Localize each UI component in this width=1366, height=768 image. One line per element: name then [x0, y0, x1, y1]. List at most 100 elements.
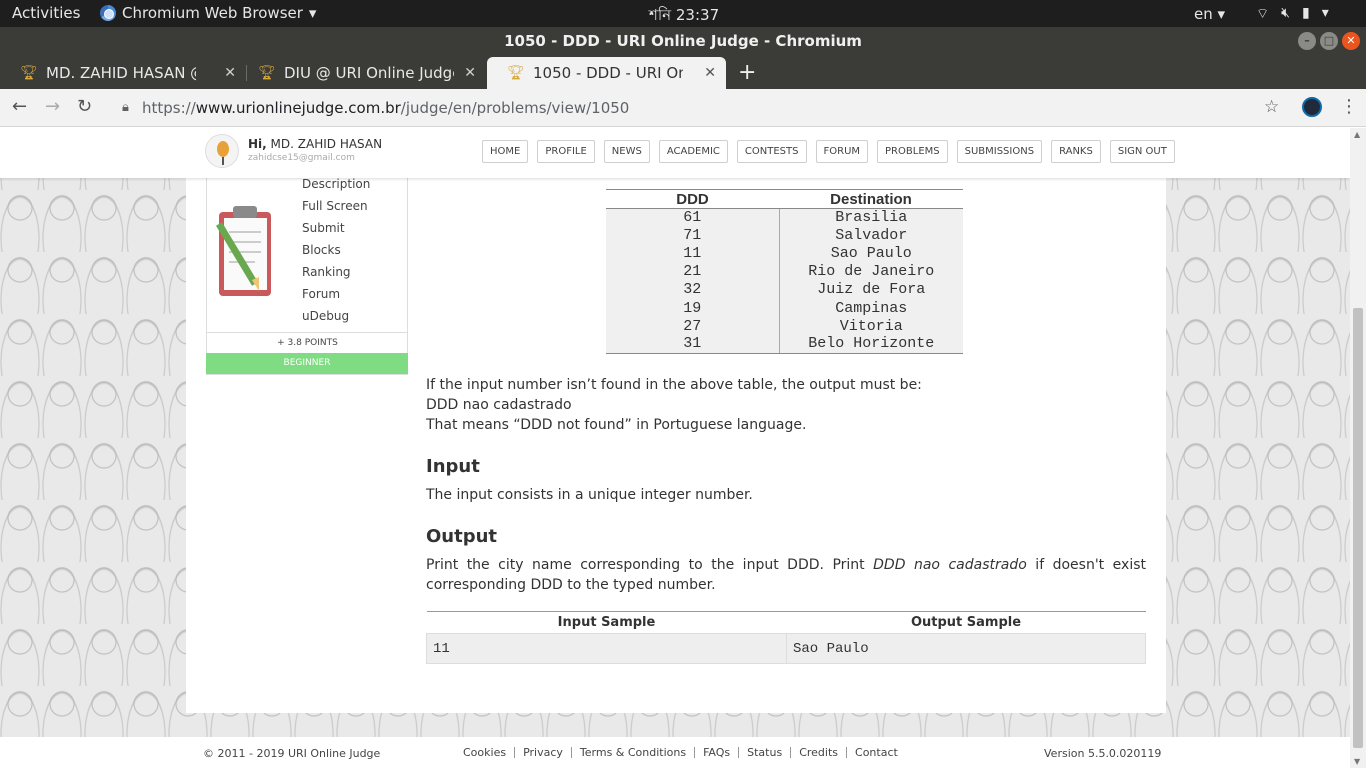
nav-sign-out[interactable]: SIGN OUT [1109, 140, 1175, 163]
system-tray[interactable]: ⌔ 🔇︎ ▮ ▾ [1256, 5, 1329, 23]
main-nav: HOME PROFILE NEWS ACADEMIC CONTESTS FORU… [482, 140, 1175, 163]
table-row: 61 Brasilia [606, 208, 963, 227]
bookmark-star-icon[interactable]: ☆ [1264, 97, 1279, 117]
browser-menu-icon[interactable]: ⋮ [1340, 96, 1358, 117]
forward-button[interactable]: → [45, 96, 60, 117]
nav-forum[interactable]: FORUM [815, 140, 869, 163]
user-avatar[interactable] [205, 134, 239, 168]
footer-link-cookies[interactable]: Cookies [463, 747, 514, 758]
activities-button[interactable]: Activities [12, 4, 80, 22]
chevron-down-icon: ▾ [1321, 5, 1329, 21]
destination-cell: Vitoria [779, 317, 963, 336]
footer-link-status[interactable]: Status [738, 747, 790, 758]
output-sample-header: Output Sample [786, 611, 1146, 634]
app-menu[interactable]: Chromium Web Browser ▾ [100, 4, 316, 22]
footer-links: Cookies Privacy Terms & Conditions FAQs … [463, 747, 906, 758]
maximize-button[interactable]: □ [1320, 32, 1338, 50]
destination-cell: Brasilia [779, 208, 963, 227]
table-row: 11 Sao Paulo [426, 633, 1146, 664]
not-found-line: If the input number isn’t found in the a… [426, 377, 922, 393]
site-footer: © 2011 - 2019 URI Online Judge Cookies P… [0, 737, 1350, 768]
level-badge: BEGINNER [206, 353, 408, 374]
url-path: /judge/en/problems/view/1050 [400, 99, 630, 117]
back-button[interactable]: ← [12, 96, 27, 117]
table-row: 19 Campinas [606, 298, 963, 318]
page-viewport: Hi, MD. ZAHID HASAN zahidcse15@gmail.com… [0, 128, 1350, 768]
table-header-row: DDD Destination [606, 189, 963, 209]
user-email: zahidcse15@gmail.com [248, 153, 355, 163]
ddd-cell: 11 [606, 244, 780, 263]
lock-icon[interactable]: 🔒︎ [122, 94, 129, 122]
output-sample-cell: Sao Paulo [786, 633, 1146, 664]
link-full-screen[interactable]: Full Screen [302, 200, 370, 222]
input-sample-header: Input Sample [426, 611, 787, 634]
output-description: Print the city name corresponding to the… [426, 557, 1146, 593]
chromium-icon [100, 5, 116, 21]
input-description: The input consists in a unique integer n… [426, 487, 753, 503]
link-ranking[interactable]: Ranking [302, 266, 370, 288]
close-window-button[interactable]: ✕ [1342, 32, 1360, 50]
table-row: 27 Vitoria [606, 317, 963, 336]
user-name: MD. ZAHID HASAN [270, 137, 383, 151]
tab-problem-1050[interactable]: 🏆︎ 1050 - DDD - URI Online Judge ✕ [487, 57, 726, 89]
url-scheme: https:// [142, 99, 196, 117]
table-header-row: Input Sample Output Sample [426, 611, 1146, 634]
not-found-value: DDD nao cadastrado [426, 397, 572, 413]
address-bar[interactable]: 🔒︎ https://www.urionlinejudge.com.br/jud… [110, 94, 1290, 122]
nav-contests[interactable]: CONTESTS [736, 140, 807, 163]
profile-avatar[interactable] [1302, 97, 1322, 117]
language-indicator[interactable]: en ▾ [1194, 5, 1225, 23]
destination-cell: Campinas [779, 298, 963, 318]
footer-link-contact[interactable]: Contact [846, 747, 906, 758]
ddd-cell: 61 [606, 208, 780, 227]
table-row: 71 Salvador [606, 226, 963, 245]
scroll-down-icon[interactable]: ▼ [1354, 757, 1360, 766]
nav-ranks[interactable]: RANKS [1051, 140, 1101, 163]
destination-cell: Sao Paulo [779, 244, 963, 263]
new-tab-button[interactable]: + [738, 60, 756, 85]
close-tab-icon[interactable]: ✕ [464, 65, 476, 81]
footer-link-credits[interactable]: Credits [790, 747, 846, 758]
user-greeting: Hi, MD. ZAHID HASAN [248, 137, 383, 151]
tab-strip: 🏆︎ MD. ZAHID HASAN @ URI ✕ 🏆︎ DIU @ URI … [0, 55, 1366, 89]
link-forum[interactable]: Forum [302, 288, 370, 310]
link-submit[interactable]: Submit [302, 222, 370, 244]
footer-link-faqs[interactable]: FAQs [694, 747, 738, 758]
nav-problems[interactable]: PROBLEMS [877, 140, 948, 163]
tab-profile[interactable]: 🏆︎ MD. ZAHID HASAN @ URI ✕ [0, 57, 247, 89]
ddd-cell: 19 [606, 298, 780, 318]
scrollbar-thumb[interactable] [1353, 308, 1363, 748]
scroll-up-icon[interactable]: ▲ [1354, 130, 1360, 139]
minimize-button[interactable]: – [1298, 32, 1316, 50]
column-header-destination: Destination [779, 189, 963, 209]
tab-diu[interactable]: 🏆︎ DIU @ URI Online Judge ✕ [238, 57, 486, 89]
link-description[interactable]: Description [302, 178, 370, 200]
ddd-table: DDD Destination 61 Brasilia 71 Salvador 11… [606, 189, 963, 354]
nav-news[interactable]: NEWS [603, 140, 650, 163]
ddd-cell: 21 [606, 262, 780, 281]
link-udebug[interactable]: uDebug [302, 310, 370, 332]
footer-link-privacy[interactable]: Privacy [514, 747, 571, 758]
copyright: © 2011 - 2019 URI Online Judge [203, 747, 381, 760]
nav-academic[interactable]: ACADEMIC [658, 140, 728, 163]
reload-button[interactable]: ↻ [77, 96, 92, 117]
chevron-down-icon: ▾ [308, 4, 317, 22]
meaning-line: That means “DDD not found” in Portuguese… [426, 417, 807, 433]
footer-link-terms[interactable]: Terms & Conditions [570, 747, 694, 758]
clock[interactable]: শনি 23:37 [649, 4, 719, 29]
gnome-top-bar: Activities Chromium Web Browser ▾ শনি 23… [0, 0, 1366, 27]
close-tab-icon[interactable]: ✕ [704, 65, 716, 81]
points-label: + 3.8 POINTS [207, 332, 408, 353]
nav-profile[interactable]: PROFILE [537, 140, 595, 163]
destination-cell: Belo Horizonte [779, 335, 963, 354]
battery-icon: ▮ [1302, 5, 1310, 21]
problem-content: Description Full Screen Submit Blocks Ra… [186, 178, 1166, 713]
nav-home[interactable]: HOME [482, 140, 529, 163]
link-blocks[interactable]: Blocks [302, 244, 370, 266]
version-label: Version 5.5.0.020119 [1044, 747, 1162, 760]
page-scrollbar[interactable]: ▲ ▼ [1350, 128, 1366, 768]
output-emphasis: DDD nao cadastrado [873, 557, 1027, 573]
nav-submissions[interactable]: SUBMISSIONS [956, 140, 1043, 163]
output-heading: Output [426, 526, 498, 547]
close-tab-icon[interactable]: ✕ [224, 65, 236, 81]
